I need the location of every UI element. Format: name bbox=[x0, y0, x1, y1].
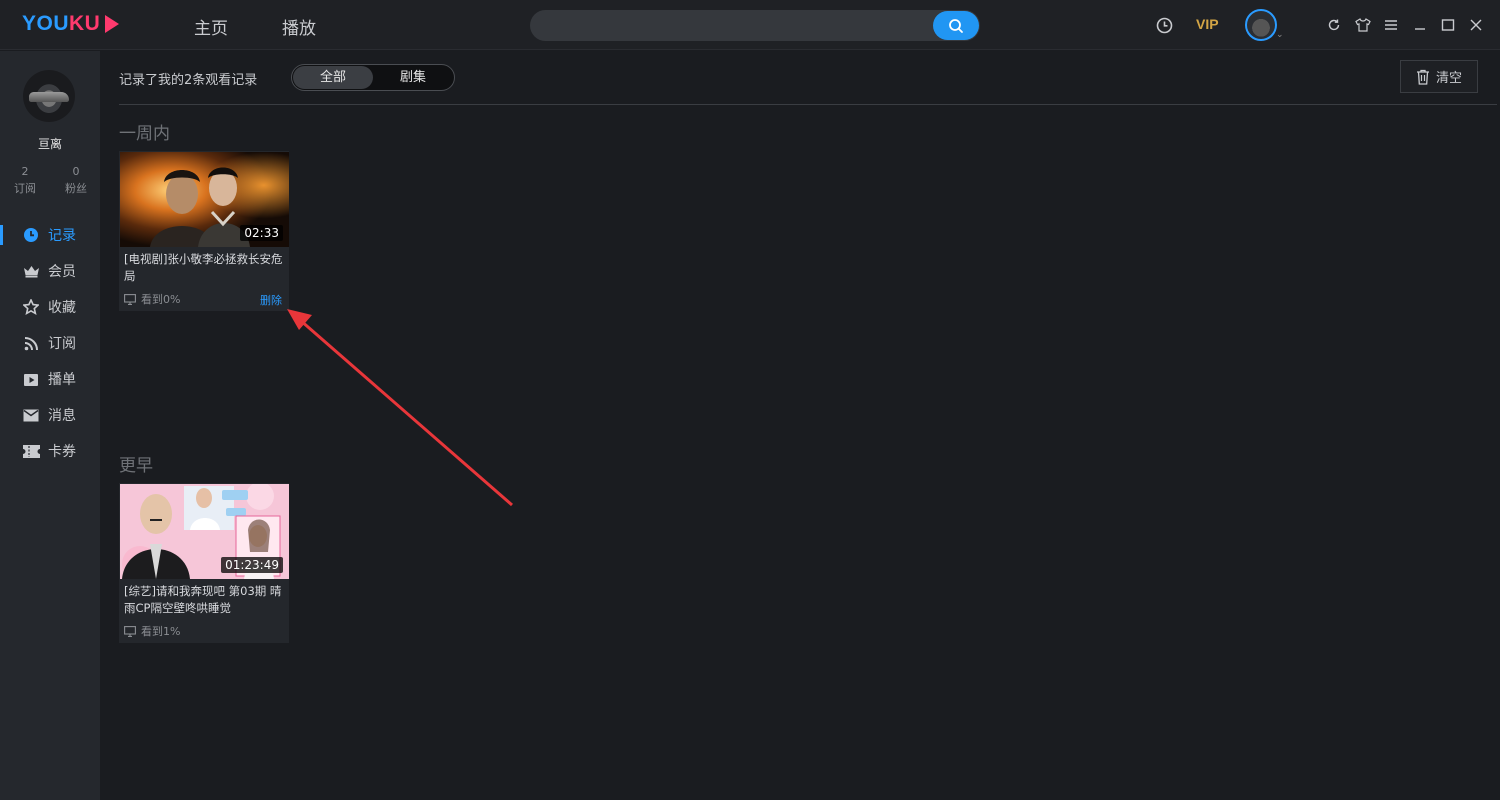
history-card: 01:23:49 [综艺]请和我奔现吧 第03期 晴雨CP隔空壁咚哄睡觉 看到1… bbox=[119, 483, 289, 643]
search-bar bbox=[530, 10, 980, 41]
monitor-icon bbox=[124, 293, 136, 305]
maximize-icon bbox=[1441, 19, 1455, 31]
rss-icon bbox=[22, 334, 40, 352]
skin-button[interactable] bbox=[1353, 15, 1373, 35]
search-icon bbox=[949, 18, 963, 33]
sidebar-item-label: 订阅 bbox=[48, 336, 76, 352]
clock-icon bbox=[1156, 17, 1172, 33]
stat-count: 0 bbox=[72, 165, 80, 178]
search-button[interactable] bbox=[933, 11, 979, 40]
clear-history-button[interactable]: 清空 bbox=[1400, 60, 1478, 93]
stat-label: 粉丝 bbox=[65, 182, 87, 195]
ticket-icon bbox=[22, 442, 40, 460]
nav-tab-home[interactable]: 主页 bbox=[194, 14, 228, 39]
history-button[interactable] bbox=[1154, 15, 1174, 35]
maximize-button[interactable] bbox=[1438, 15, 1458, 35]
clear-label: 清空 bbox=[1435, 71, 1462, 86]
sidebar-menu: 记录 会员 收藏 订阅 播单 消息 卡券 bbox=[0, 217, 100, 469]
sidebar-item-label: 卡券 bbox=[48, 444, 76, 460]
video-thumbnail[interactable]: 02:33 bbox=[120, 152, 289, 247]
nav-tab-play[interactable]: 播放 bbox=[282, 14, 316, 39]
crown-icon bbox=[22, 262, 40, 280]
progress-text: 看到1% bbox=[141, 625, 181, 638]
trash-icon bbox=[1416, 69, 1429, 85]
close-icon bbox=[1470, 19, 1482, 31]
mail-icon bbox=[22, 406, 40, 424]
history-summary: 记录了我的2条观看记录 bbox=[119, 73, 258, 88]
watch-progress: 看到0% 删除 bbox=[124, 292, 286, 308]
refresh-button[interactable] bbox=[1324, 15, 1344, 35]
sidebar-item-membership[interactable]: 会员 bbox=[0, 253, 100, 289]
sidebar-item-coupons[interactable]: 卡券 bbox=[0, 433, 100, 469]
video-thumbnail[interactable]: 01:23:49 bbox=[120, 484, 289, 579]
star-icon bbox=[22, 298, 40, 316]
sidebar-item-subscriptions[interactable]: 订阅 bbox=[0, 325, 100, 361]
profile-avatar[interactable] bbox=[23, 70, 75, 122]
video-title[interactable]: [综艺]请和我奔现吧 第03期 晴雨CP隔空壁咚哄睡觉 bbox=[124, 583, 286, 617]
sidebar-item-label: 记录 bbox=[48, 228, 76, 244]
search-input[interactable] bbox=[544, 15, 924, 36]
sidebar-item-messages[interactable]: 消息 bbox=[0, 397, 100, 433]
menu-button[interactable] bbox=[1381, 15, 1401, 35]
stat-fans[interactable]: 0 粉丝 bbox=[56, 163, 96, 197]
tab-all[interactable]: 全部 bbox=[293, 66, 373, 89]
section-title-earlier: 更早 bbox=[119, 456, 153, 476]
sidebar: 亘离 2 订阅 0 粉丝 记录 会员 收藏 订阅 播单 消息 卡券 bbox=[0, 51, 100, 800]
delete-button[interactable]: 删除 bbox=[260, 292, 282, 308]
video-duration: 01:23:49 bbox=[221, 557, 283, 573]
sidebar-item-label: 收藏 bbox=[48, 300, 76, 316]
profile-username[interactable]: 亘离 bbox=[0, 135, 100, 152]
chevron-down-icon: ⌄ bbox=[1276, 30, 1284, 40]
sidebar-item-history[interactable]: 记录 bbox=[0, 217, 100, 253]
minimize-icon bbox=[1415, 28, 1425, 30]
sidebar-item-label: 播单 bbox=[48, 372, 76, 388]
divider bbox=[119, 104, 1497, 105]
refresh-icon bbox=[1328, 19, 1340, 31]
user-avatar[interactable] bbox=[1245, 9, 1277, 41]
tshirt-icon bbox=[1355, 18, 1371, 32]
history-card: 02:33 [电视剧]张小敬李必拯救长安危局 看到0% 删除 bbox=[119, 151, 289, 311]
monitor-icon bbox=[124, 625, 136, 637]
stat-count: 2 bbox=[21, 165, 29, 178]
video-duration: 02:33 bbox=[240, 225, 283, 241]
youku-logo-mark-icon bbox=[105, 15, 119, 33]
video-title[interactable]: [电视剧]张小敬李必拯救长安危局 bbox=[124, 251, 286, 285]
section-title-this-week: 一周内 bbox=[119, 124, 170, 144]
vip-button[interactable]: VIP bbox=[1196, 16, 1219, 32]
playlist-icon bbox=[22, 370, 40, 388]
menu-icon bbox=[1385, 20, 1397, 30]
clock-icon bbox=[22, 226, 40, 244]
stat-subscriptions[interactable]: 2 订阅 bbox=[5, 163, 45, 197]
progress-text: 看到0% bbox=[141, 293, 181, 306]
youku-logo[interactable]: YOUKU bbox=[22, 12, 100, 36]
minimize-button[interactable] bbox=[1410, 15, 1430, 35]
sidebar-item-label: 消息 bbox=[48, 408, 76, 424]
close-button[interactable] bbox=[1466, 15, 1486, 35]
stat-label: 订阅 bbox=[14, 182, 36, 195]
filter-tabs: 全部 剧集 bbox=[291, 64, 455, 91]
annotation-arrow-icon bbox=[287, 309, 513, 507]
sidebar-item-label: 会员 bbox=[48, 264, 76, 280]
sidebar-item-playlists[interactable]: 播单 bbox=[0, 361, 100, 397]
watch-progress: 看到1% bbox=[124, 624, 286, 638]
title-bar: YOUKU 主页 播放 VIP ⌄ bbox=[0, 0, 1500, 50]
tab-series[interactable]: 剧集 bbox=[373, 66, 453, 89]
sidebar-item-favorites[interactable]: 收藏 bbox=[0, 289, 100, 325]
